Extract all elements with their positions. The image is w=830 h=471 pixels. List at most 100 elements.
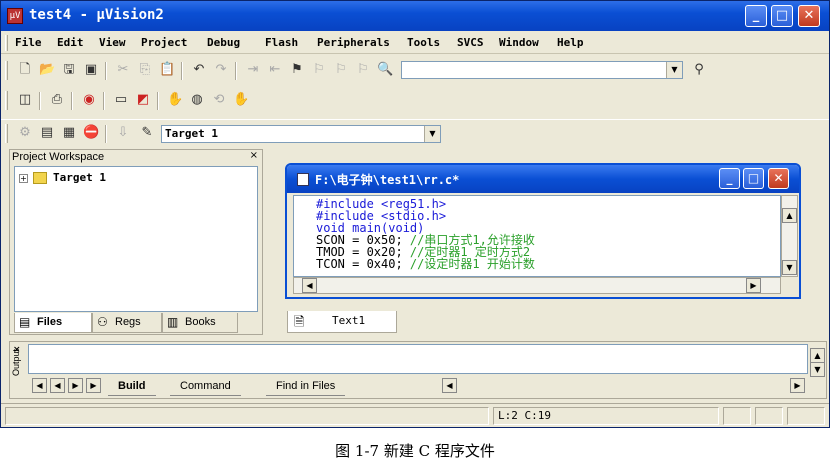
open-folder-icon[interactable]: 📂	[39, 62, 55, 78]
rebuild-icon[interactable]: ▦	[61, 125, 77, 141]
vertical-scrollbar[interactable]: ▲ ▼	[781, 195, 798, 277]
menu-edit[interactable]: Edit	[57, 36, 84, 49]
menu-file[interactable]: File	[15, 36, 42, 49]
breakpoint-window-icon[interactable]: ◩	[135, 92, 151, 108]
source-browser-icon[interactable]: ◫	[17, 92, 33, 108]
scroll-left-icon[interactable]: ◀	[302, 278, 317, 293]
editor-title-bar[interactable]: F:\电子钟\test1\rr.c* _ □ ✕	[287, 165, 799, 193]
tab-build[interactable]: Build	[108, 378, 156, 396]
resize-grip-icon[interactable]	[787, 407, 825, 425]
redo-icon[interactable]: ↷	[213, 62, 229, 78]
menu-svcs[interactable]: SVCS	[457, 36, 484, 49]
print-icon[interactable]: ⎙	[49, 92, 65, 108]
scroll-up-icon[interactable]: ▲	[810, 348, 825, 363]
menu-flash[interactable]: Flash	[265, 36, 298, 49]
workspace-title: Project Workspace	[12, 151, 105, 163]
workspace-close-button[interactable]: ×	[250, 150, 258, 161]
expand-icon[interactable]: +	[19, 174, 28, 183]
document-tab-label: Text1	[332, 314, 366, 327]
code-editor[interactable]: #include <reg51.h> #include <stdio.h> vo…	[293, 195, 781, 277]
cut-icon[interactable]: ✂	[115, 62, 131, 78]
menu-window[interactable]: Window	[499, 36, 539, 49]
tab-command[interactable]: Command	[170, 378, 241, 396]
maximize-button[interactable]: □	[771, 5, 793, 27]
editor-close-button[interactable]: ✕	[768, 168, 789, 189]
file-toolbar: 🗋 📂 🖫 ▣ ✂ ⎘ 📋 ↶ ↷ ⇥ ⇤ ⚑ ⚐ ⚐ ⚐ 🔍 ▼ ⚲	[1, 57, 829, 84]
tab-scroll-right-icon[interactable]: ▶	[68, 378, 83, 393]
status-message	[5, 407, 489, 425]
menu-peripherals[interactable]: Peripherals	[317, 36, 390, 49]
menu-debug[interactable]: Debug	[207, 36, 240, 49]
title-bar[interactable]: µV test4 - µVision2 _ □ ✕	[1, 1, 829, 31]
find-combo[interactable]: ▼	[401, 61, 683, 79]
toolbar-grip[interactable]	[5, 61, 8, 80]
options-icon[interactable]: ✎	[139, 125, 155, 141]
window-icon[interactable]: ▭	[113, 92, 129, 108]
editor-window: F:\电子钟\test1\rr.c* _ □ ✕ #include <reg51…	[285, 163, 801, 299]
toolbar-grip[interactable]	[5, 91, 8, 110]
find-in-files-icon[interactable]: 🔍	[377, 62, 393, 78]
view-toolbar: ◫ ⎙ ◉ ▭ ◩ ✋ ◍ ⟲ ✋	[1, 87, 829, 114]
minimize-button[interactable]: _	[745, 5, 767, 27]
download-icon[interactable]: ⇩	[115, 125, 131, 141]
indent-icon[interactable]: ⇥	[245, 62, 261, 78]
toolbar-grip[interactable]	[5, 124, 8, 143]
save-icon[interactable]: 🖫	[61, 62, 77, 78]
output-text-area[interactable]	[28, 344, 808, 374]
tree-item-target[interactable]: Target 1	[53, 171, 106, 184]
tab-document-text1[interactable]: 🗎 Text1	[287, 311, 397, 333]
tab-scroll-first-icon[interactable]: ◀	[32, 378, 47, 393]
new-file-icon[interactable]: 🗋	[17, 62, 33, 78]
tab-files-label: Files	[37, 316, 63, 328]
scroll-right-icon[interactable]: ▶	[746, 278, 761, 293]
unindent-icon[interactable]: ⇤	[267, 62, 283, 78]
paste-icon[interactable]: 📋	[159, 62, 175, 78]
stop-build-icon[interactable]: ⛔	[83, 125, 99, 141]
hand-icon[interactable]: ✋	[167, 92, 183, 108]
target-combo-value: Target 1	[165, 127, 218, 140]
scroll-left-icon[interactable]: ◀	[442, 378, 457, 393]
tab-books[interactable]: ▥ Books	[162, 313, 238, 333]
scroll-down-icon[interactable]: ▼	[810, 362, 825, 377]
editor-title: F:\电子钟\test1\rr.c*	[315, 173, 460, 187]
horizontal-scrollbar[interactable]: ◀ ▶	[293, 277, 781, 294]
bookmark-icon[interactable]: ⚑	[289, 62, 305, 78]
copy-icon[interactable]: ⎘	[137, 62, 153, 78]
document-icon	[297, 173, 309, 186]
tab-scroll-left-icon[interactable]: ◀	[50, 378, 65, 393]
editor-maximize-button[interactable]: □	[743, 168, 764, 189]
clear-bookmarks-icon[interactable]: ⚐	[355, 62, 371, 78]
tab-regs[interactable]: ⚇ Regs	[92, 313, 162, 333]
build-icon[interactable]: ▤	[39, 125, 55, 141]
toolbar-separator	[39, 92, 41, 110]
stop-icon[interactable]: ✋	[233, 92, 249, 108]
menu-view[interactable]: View	[99, 36, 126, 49]
scroll-down-icon[interactable]: ▼	[782, 260, 797, 275]
tab-scroll-last-icon[interactable]: ▶	[86, 378, 101, 393]
menu-project[interactable]: Project	[141, 36, 187, 49]
binoculars-icon[interactable]: ⚲	[691, 62, 707, 78]
scroll-up-icon[interactable]: ▲	[782, 208, 797, 223]
prev-bookmark-icon[interactable]: ⚐	[311, 62, 327, 78]
save-all-icon[interactable]: ▣	[83, 62, 99, 78]
compile-icon[interactable]: ⚙	[17, 125, 33, 141]
menu-tools[interactable]: Tools	[407, 36, 440, 49]
toolbar-separator	[181, 62, 183, 80]
menu-help[interactable]: Help	[557, 36, 584, 49]
tab-files[interactable]: ▤ Files	[14, 313, 92, 333]
close-button[interactable]: ✕	[798, 5, 820, 27]
tab-find-in-files[interactable]: Find in Files	[266, 378, 346, 396]
reset-icon[interactable]: ⟲	[211, 92, 227, 108]
next-bookmark-icon[interactable]: ⚐	[333, 62, 349, 78]
build-toolbar: ⚙ ▤ ▦ ⛔ ⇩ ✎ Target 1 ▼	[1, 119, 829, 147]
chevron-down-icon[interactable]: ▼	[424, 126, 440, 142]
undo-icon[interactable]: ↶	[191, 62, 207, 78]
watch-icon[interactable]: ◍	[189, 92, 205, 108]
editor-minimize-button[interactable]: _	[719, 168, 740, 189]
menu-grip[interactable]	[5, 35, 8, 51]
scroll-right-icon[interactable]: ▶	[790, 378, 805, 393]
target-combo[interactable]: Target 1 ▼	[161, 125, 441, 143]
toolbar-separator	[103, 92, 105, 110]
debug-icon[interactable]: ◉	[81, 92, 97, 108]
chevron-down-icon[interactable]: ▼	[666, 62, 682, 78]
